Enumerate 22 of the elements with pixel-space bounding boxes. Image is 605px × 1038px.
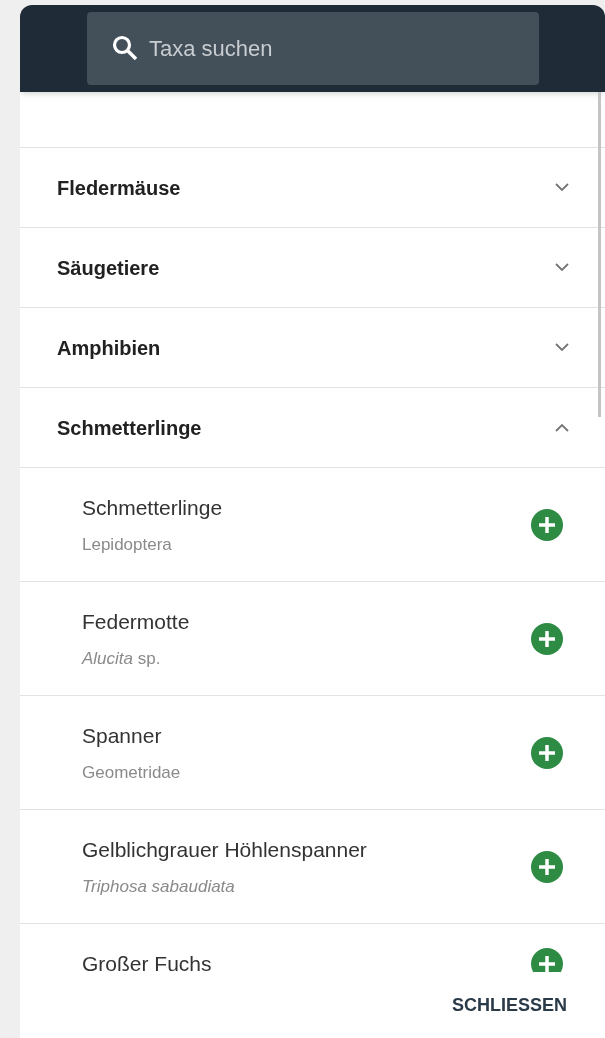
search-icon — [111, 34, 139, 62]
taxon-row[interactable]: Schmetterlinge Lepidoptera — [20, 467, 605, 581]
add-icon[interactable] — [531, 508, 563, 541]
taxon-name: Federmotte — [82, 609, 190, 635]
taxon-name: Spanner — [82, 723, 163, 749]
scientific-name: Geometridae — [82, 761, 181, 784]
scrollbar[interactable] — [598, 92, 601, 417]
taxon-name: Gelblichgrauer Höhlenspanner — [82, 837, 367, 863]
scientific-name: Alucita sp. — [82, 647, 162, 670]
add-icon[interactable] — [531, 850, 563, 883]
taxon-row[interactable]: Spanner Geometridae — [20, 695, 605, 809]
add-icon[interactable] — [531, 622, 563, 655]
taxon-row[interactable]: Federmotte Alucita sp. — [20, 581, 605, 695]
taxon-name: Schmetterlinge — [82, 495, 223, 521]
search-field[interactable]: Taxa suchen — [87, 12, 539, 85]
taxon-name: Großer Fuchs — [82, 951, 212, 972]
scientific-name: Lepidoptera — [82, 533, 173, 556]
add-icon[interactable] — [531, 948, 563, 972]
scientific-name: Triphosa sabaudiata — [82, 875, 236, 898]
taxon-row[interactable]: Gelblichgrauer Höhlenspanner Triphosa sabaudiata — [20, 809, 605, 923]
add-icon[interactable] — [531, 736, 563, 769]
close-button[interactable]: SCHLIESSEN — [449, 991, 569, 1019]
